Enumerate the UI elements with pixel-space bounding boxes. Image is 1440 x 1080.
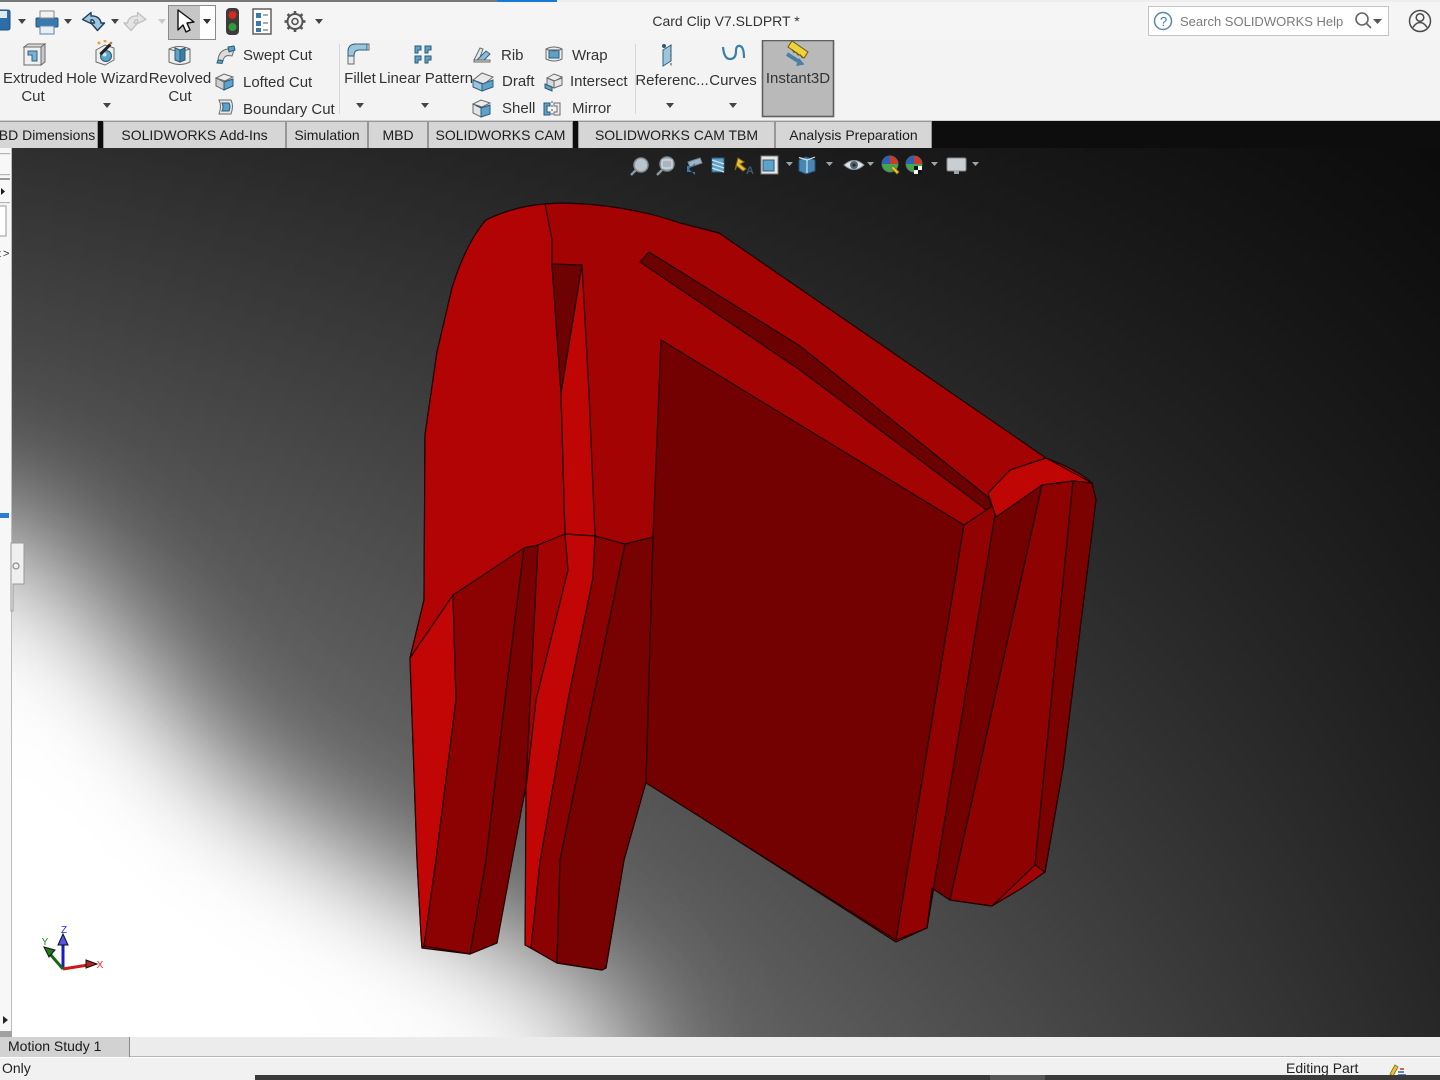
svg-text:A: A (746, 165, 754, 177)
svg-text:Search SOLIDWORKS Help: Search SOLIDWORKS Help (1180, 14, 1343, 29)
svg-text:?: ? (1160, 14, 1167, 29)
svg-text:Z: Z (61, 925, 67, 936)
svg-text:t: t (0, 248, 1, 260)
svg-text:X: X (97, 960, 104, 971)
svg-text:Y: Y (42, 937, 49, 948)
svg-text:>: > (3, 248, 9, 260)
